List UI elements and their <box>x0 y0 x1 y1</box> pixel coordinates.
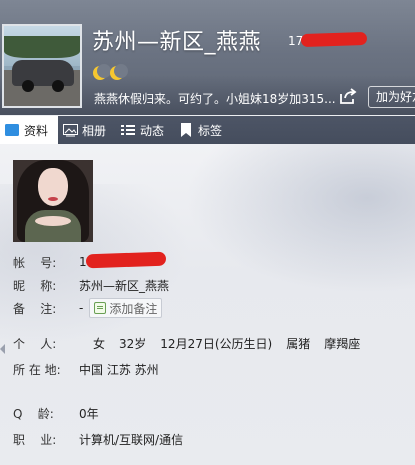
profile-header: 苏州—新区_燕燕 17 燕燕休假归来。可约了。小姐妹18岁加315... 加为好… <box>0 0 415 115</box>
remark-row: 备 注: - 添加备注 <box>13 297 163 319</box>
birthday-value: 12月27日(公历生日) <box>160 336 273 351</box>
gender-value: 女 <box>93 336 106 351</box>
account-row: 帐 号: 17 <box>13 253 94 271</box>
nickname-row: 昵 称: 苏州—新区_燕燕 <box>13 276 169 294</box>
level-badges[interactable] <box>93 64 128 80</box>
collapse-arrow-icon[interactable] <box>0 344 5 354</box>
moon-icon <box>110 64 128 80</box>
account-label: 帐 号: <box>13 255 57 270</box>
personal-label: 个 人: <box>13 336 57 351</box>
location-value: 中国 江苏 苏州 <box>79 362 159 377</box>
profile-card-icon <box>4 122 20 138</box>
q-age-label: Q 龄: <box>13 406 54 421</box>
location-label: 所 在 地: <box>13 362 61 377</box>
share-icon[interactable] <box>339 87 357 105</box>
age-value: 32岁 <box>119 336 147 351</box>
redaction-mark <box>300 31 368 48</box>
occupation-value: 计算机/互联网/通信 <box>79 432 184 447</box>
nickname-title: 苏州—新区_燕燕 <box>92 30 262 55</box>
note-edit-icon <box>94 302 107 314</box>
tab-profile[interactable]: 资料 <box>0 116 59 144</box>
nickname-label: 昵 称: <box>13 278 57 293</box>
moon-icon <box>93 64 111 80</box>
q-age-row: Q 龄: 0年 <box>13 404 99 422</box>
tab-tags[interactable]: 标签 <box>174 116 232 144</box>
personal-row: 个 人: 女 32岁 12月27日(公历生日) 属猪 摩羯座 <box>13 334 374 352</box>
profile-tabs: 资料 相册 动态 标签 <box>0 116 415 144</box>
constellation-value: 摩羯座 <box>324 336 361 351</box>
profile-photo[interactable] <box>13 160 93 242</box>
photo-album-icon <box>62 122 78 138</box>
profile-cover-avatar[interactable] <box>2 24 82 108</box>
tab-feed[interactable]: 动态 <box>116 116 174 144</box>
tab-album[interactable]: 相册 <box>58 116 116 144</box>
add-remark-button[interactable]: 添加备注 <box>89 298 163 318</box>
tag-icon <box>178 122 194 138</box>
zodiac-value: 属猪 <box>286 336 311 351</box>
occupation-row: 职 业: 计算机/互联网/通信 <box>13 430 183 448</box>
personal-signature[interactable]: 燕燕休假归来。可约了。小姐妹18岁加315... <box>94 90 336 107</box>
nickname-value: 苏州—新区_燕燕 <box>79 278 170 293</box>
q-age-value: 0年 <box>79 406 99 421</box>
remark-value: - <box>79 301 84 315</box>
remark-label: 备 注: <box>13 301 57 316</box>
occupation-label: 职 业: <box>13 432 57 447</box>
add-friend-button[interactable]: 加为好友 <box>368 86 415 108</box>
feed-list-icon <box>120 122 136 138</box>
location-row: 所 在 地: 中国 江苏 苏州 <box>13 360 159 378</box>
redaction-mark <box>85 251 167 269</box>
